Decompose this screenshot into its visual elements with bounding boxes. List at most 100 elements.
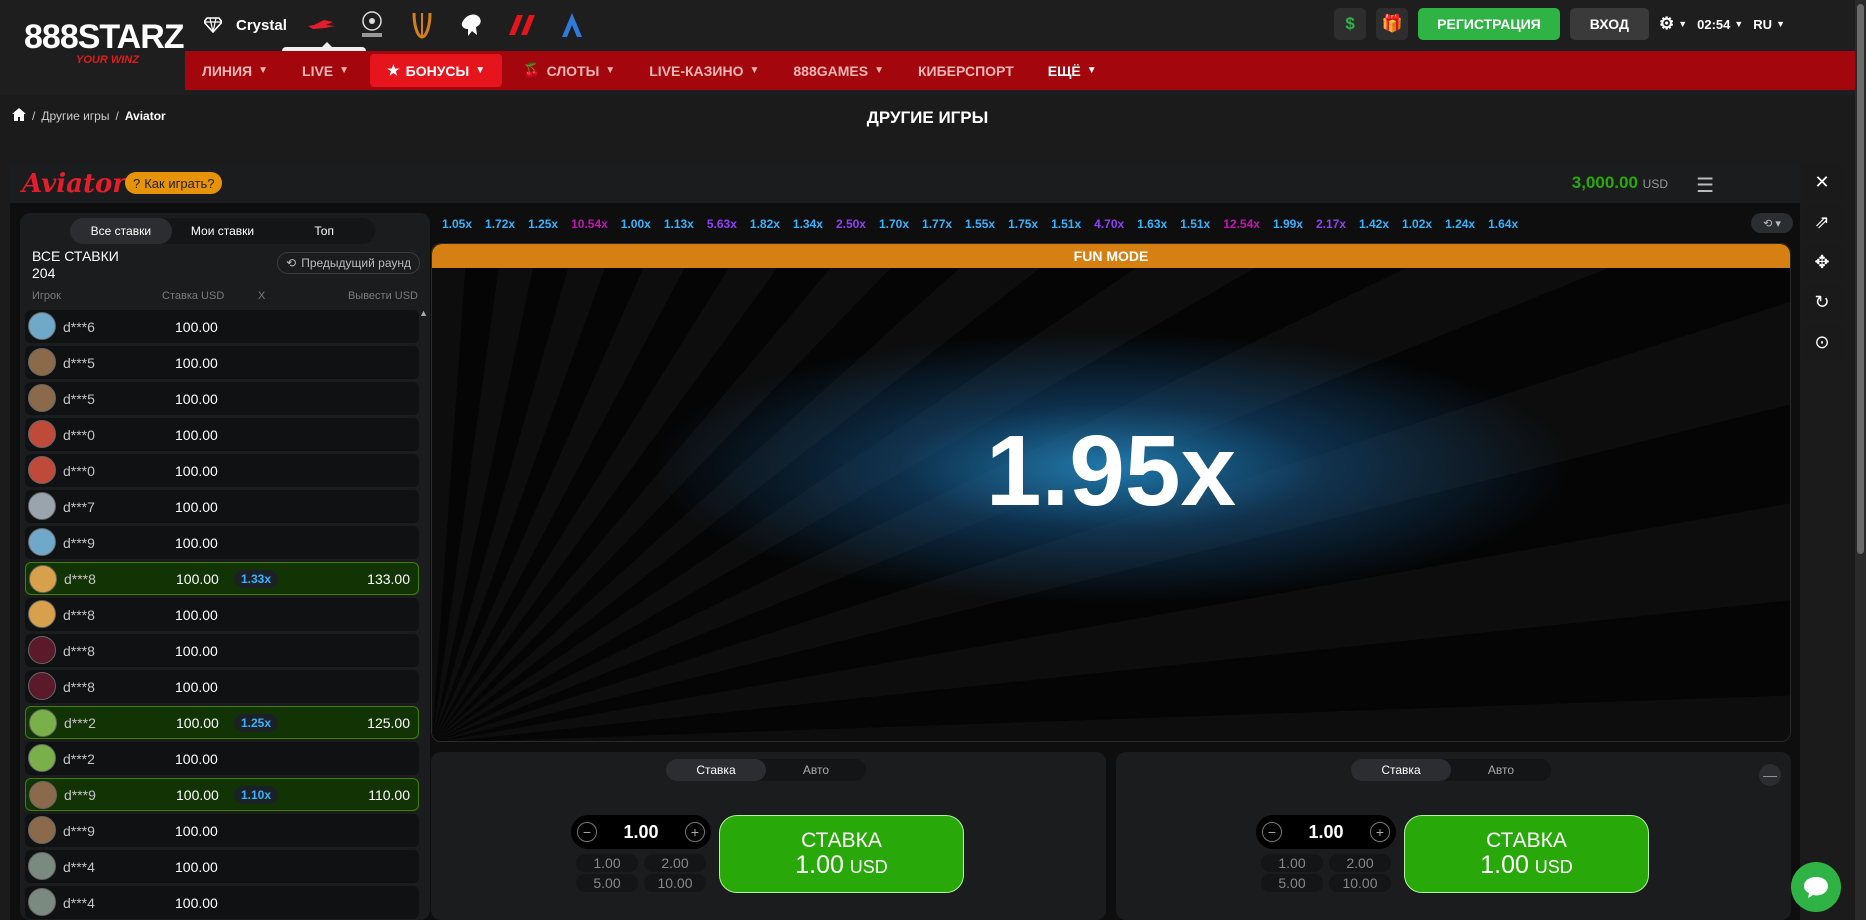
nav-more-label: ЕЩЁ [1047,62,1081,79]
quick-amount-2[interactable]: 2.00 [644,854,706,872]
time-display: 02:54 [1697,16,1731,32]
table-row: d***5 100.00 [25,382,419,415]
table-row: d***9 100.00 [25,526,419,559]
tab-top[interactable]: Топ [273,218,375,244]
history-multiplier[interactable]: 1.24x [1445,217,1475,231]
history-multiplier[interactable]: 2.50x [836,217,866,231]
quick-amount-1[interactable]: 1.00 [1261,854,1323,872]
settings-button[interactable]: ⚙ ▼ [1659,14,1687,34]
history-multiplier[interactable]: 1.02x [1402,217,1432,231]
quick-amount-5[interactable]: 5.00 [1261,874,1323,892]
popout-icon[interactable]: ⇗ [1802,203,1842,241]
history-multiplier[interactable]: 1.25x [528,217,558,231]
register-button[interactable]: РЕГИСТРАЦИЯ [1418,8,1560,40]
bet-amount-input[interactable]: 1.00 [623,822,658,843]
table-row: d***5 100.00 [25,346,419,379]
tab-auto[interactable]: Авто [766,759,866,781]
history-multiplier[interactable]: 1.82x [750,217,780,231]
quick-amount-10[interactable]: 10.00 [644,874,706,892]
bet-amount: 100.00 [175,426,218,443]
login-button[interactable]: ВХОД [1569,8,1649,40]
table-row: d***2 100.00 [25,742,419,775]
place-bet-button[interactable]: СТАВКА 1.00 USD [719,815,964,893]
player-name: d***8 [63,642,95,659]
history-multiplier[interactable]: 1.63x [1137,217,1167,231]
page-scrollbar[interactable] [1855,0,1866,920]
quick-amount-10[interactable]: 10.00 [1329,874,1391,892]
minus-icon[interactable]: − [1262,822,1282,842]
tab-my-bets[interactable]: Мои ставки [172,218,274,244]
reload-icon[interactable]: ↻ [1802,283,1842,321]
avatar [28,816,56,844]
avatar [28,672,56,700]
nav-more[interactable]: ЕЩЁ ▼ [1031,51,1114,90]
remove-panel-button[interactable]: — [1759,764,1781,786]
history-multiplier[interactable]: 1.77x [922,217,952,231]
move-icon[interactable]: ✥ [1802,243,1842,281]
history-multiplier[interactable]: 1.99x [1273,217,1303,231]
history-multiplier[interactable]: 2.17x [1316,217,1346,231]
scrollbar-thumb[interactable] [1857,4,1864,554]
history-multiplier[interactable]: 1.70x [879,217,909,231]
nav-bonuses[interactable]: ★ БОНУСЫ ▼ [370,54,503,87]
nav-line[interactable]: ЛИНИЯ ▼ [185,51,285,90]
bet-panel-2: Ставка Авто — − 1.00 + 1.00 2.00 5.00 10… [1116,752,1791,920]
nav-slots[interactable]: 🍒 СЛОТЫ ▼ [506,51,632,90]
close-icon[interactable]: ✕ [1802,163,1842,201]
history-multiplier[interactable]: 1.00x [621,217,651,231]
history-multiplier[interactable]: 1.72x [485,217,515,231]
toplink-champions-league[interactable] [357,8,387,42]
toplink-premier-league[interactable] [457,8,487,42]
toplink-crystal[interactable]: Crystal [198,8,287,42]
plus-icon[interactable]: + [1369,822,1390,842]
history-multiplier[interactable]: 1.13x [664,217,694,231]
player-name: d***8 [63,678,95,695]
col-bet: Ставка USD [162,290,225,302]
quick-amount-2[interactable]: 2.00 [1329,854,1391,872]
history-multiplier[interactable]: 1.75x [1008,217,1038,231]
history-multiplier[interactable]: 1.05x [442,217,472,231]
history-multiplier[interactable]: 1.64x [1488,217,1518,231]
tab-bet[interactable]: Ставка [1351,759,1451,781]
history-toggle-button[interactable]: ⟲ ▾ [1751,213,1793,233]
menu-icon[interactable]: ☰ [1696,173,1714,198]
history-multiplier[interactable]: 1.55x [965,217,995,231]
nav-888games[interactable]: 888GAMES ▼ [776,51,901,90]
how-to-play-button[interactable]: ? Как играть? [125,172,223,194]
plus-icon[interactable]: + [684,822,705,842]
table-row: d***6 100.00 [25,310,419,343]
toplink-laliga[interactable] [507,8,537,42]
history-multiplier[interactable]: 12.54x [1223,217,1260,231]
quick-amount-5[interactable]: 5.00 [576,874,638,892]
history-multiplier[interactable]: 5.63x [707,217,737,231]
gift-button[interactable]: 🎁 [1376,8,1409,40]
language-selector[interactable]: RU ▼ [1753,17,1785,32]
bet-amount-input[interactable]: 1.00 [1308,822,1343,843]
time-selector[interactable]: 02:54 ▼ [1697,17,1743,32]
tab-auto[interactable]: Авто [1451,759,1551,781]
toplink-europa-league[interactable] [407,8,437,42]
toplink-aviator[interactable] [307,8,337,42]
site-logo[interactable]: 888STARZ YOUR WINZ [24,18,185,70]
toplink-serie-a[interactable] [557,8,587,42]
nav-esports[interactable]: КИБЕРСПОРТ [901,51,1031,90]
nav-live[interactable]: LIVE ▼ [285,51,366,90]
history-multiplier[interactable]: 1.34x [793,217,823,231]
serie-a-icon [557,10,587,40]
minus-icon[interactable]: − [577,822,597,842]
history-multiplier[interactable]: 10.54x [571,217,608,231]
tab-all-bets[interactable]: Все ставки [70,218,172,244]
history-multiplier[interactable]: 1.51x [1180,217,1210,231]
history-multiplier[interactable]: 4.70x [1094,217,1124,231]
scroll-up-icon[interactable]: ▲ [419,308,428,318]
place-bet-button[interactable]: СТАВКА 1.00 USD [1404,815,1649,893]
chat-button[interactable] [1791,862,1841,912]
quick-amount-1[interactable]: 1.00 [576,854,638,872]
deposit-button[interactable]: $ [1334,8,1367,40]
previous-round-button[interactable]: ⟲ Предыдущий раунд [277,252,420,274]
tab-bet[interactable]: Ставка [666,759,766,781]
history-multiplier[interactable]: 1.51x [1051,217,1081,231]
history-multiplier[interactable]: 1.42x [1359,217,1389,231]
toggle-icon[interactable]: ⊙ [1802,323,1842,361]
nav-live-casino[interactable]: LIVE-КАЗИНО ▼ [632,51,776,90]
